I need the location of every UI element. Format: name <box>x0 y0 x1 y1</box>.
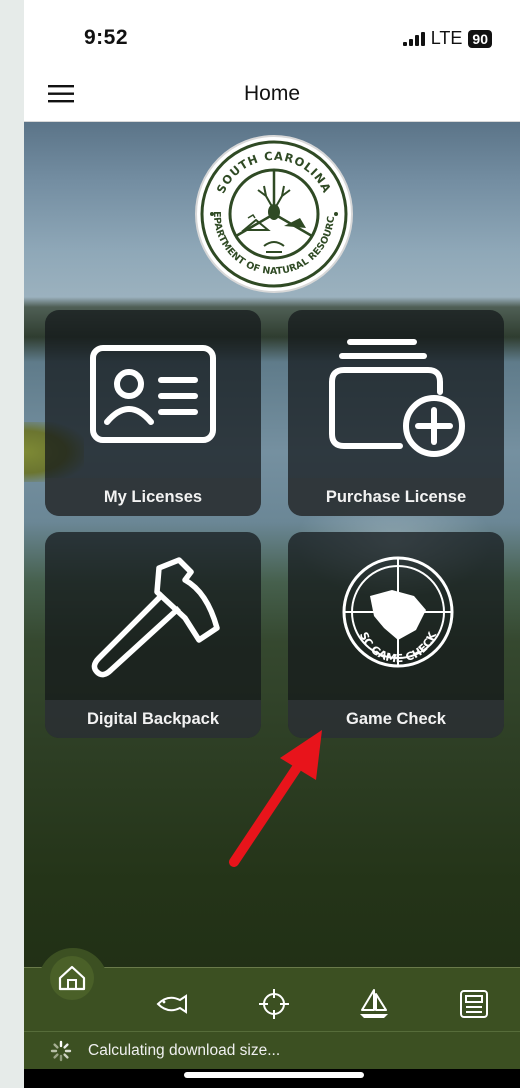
home-indicator-area <box>24 1069 520 1088</box>
annotation-arrow-icon <box>229 730 322 867</box>
tab-boat[interactable] <box>356 986 392 1022</box>
status-bar: 9:52 LTE 90 <box>24 0 520 70</box>
tile-digital-backpack[interactable]: Digital Backpack <box>45 532 261 738</box>
tab-news[interactable] <box>456 986 492 1022</box>
status-time: 9:52 <box>84 26 129 49</box>
tab-home[interactable] <box>38 948 108 1018</box>
nav-bar: Home <box>24 70 520 122</box>
hero-background: SOUTH CAROLINA DEPARTMENT OF NATURAL RES… <box>24 122 520 1088</box>
download-status-bar: Calculating download size... <box>24 1031 520 1069</box>
home-icon <box>58 965 86 991</box>
crosshair-icon <box>259 989 289 1019</box>
spinner-icon <box>50 1040 72 1062</box>
newspaper-icon <box>460 990 488 1018</box>
folder-add-icon <box>329 339 465 457</box>
download-status-text: Calculating download size... <box>88 1042 281 1059</box>
tile-purchase-license[interactable]: Purchase License <box>288 310 504 516</box>
hatchet-icon <box>91 557 220 678</box>
tab-home-highlight <box>50 956 94 1000</box>
tab-target[interactable] <box>256 986 292 1022</box>
scdnr-logo: SOUTH CAROLINA DEPARTMENT OF NATURAL RES… <box>194 134 353 293</box>
id-card-icon <box>90 345 216 443</box>
page-title: Home <box>243 82 301 105</box>
home-indicator[interactable] <box>184 1072 364 1078</box>
network-type: LTE <box>430 28 463 48</box>
battery-level: 90 <box>468 29 492 48</box>
sailboat-icon <box>360 989 388 1018</box>
signal-icon <box>402 31 425 46</box>
fish-icon <box>156 994 187 1014</box>
tile-my-licenses[interactable]: My Licenses <box>45 310 261 516</box>
status-indicators: LTE 90 <box>402 28 492 49</box>
tile-label: My Licenses <box>103 488 203 506</box>
sc-game-check-icon: SC GAME CHECK <box>342 556 454 668</box>
tab-fish[interactable] <box>154 986 190 1022</box>
tile-label: Purchase License <box>325 488 467 506</box>
phone-screen: 9:52 LTE 90 Home SOUTH CAROLINA EPARTMEN… <box>24 0 520 1088</box>
tile-game-check[interactable]: SC GAME CHECK Game Check <box>288 532 504 738</box>
